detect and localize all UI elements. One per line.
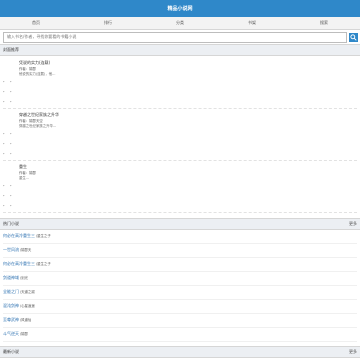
list-item: 斗气逆天/锦瑟 [3,328,357,342]
book-author: /心星逍遥 [20,304,35,309]
list-item: 全能之门/天道之巅 [3,286,357,300]
latest-more-link[interactable]: 更多 [349,349,357,355]
book-link[interactable]: 何必在高冷重生三 [3,233,35,239]
book-link[interactable]: 斗气逆天 [3,331,19,337]
list-item: 何必在高冷重生三/重生之子 [3,258,357,272]
site-title: 精品小说网 [167,5,193,12]
book-link[interactable]: 剑道神域 [3,275,19,281]
book-link[interactable]: 何必在高冷重生三 [3,261,35,267]
latest-header: 最新小说 更多 [0,346,360,358]
latest-title: 最新小说 [3,348,19,354]
list-item: 一世风流/锦瑟天 [3,244,357,258]
app-header: 精品小说网 [0,0,360,17]
book-author: 作者：锦瑟 [19,170,36,175]
list-item: 混沌剑神/心星逍遥 [3,300,357,314]
search-bar: 输入书名/作者，寻找你要看的书籍小说 [0,30,360,44]
recommend-header: 封面推荐 [0,44,360,56]
book-link[interactable]: 混沌剑神 [3,303,19,309]
nav-rank[interactable]: 排行 [72,20,144,26]
book-author: 作者：锦瑟天空 [19,118,43,123]
book-author: /剑光 [20,276,28,281]
list-item: 剑道神域/剑光 [3,272,357,286]
search-button[interactable] [349,32,358,42]
nav-category[interactable]: 分类 [144,20,216,26]
book-author: /锦瑟天 [20,248,32,253]
book-desc: 重生... [19,175,30,180]
book-desc: 他说的实力(连载)，他... [19,71,56,76]
nav-home[interactable]: 首页 [0,20,72,26]
book-link[interactable]: 一世风流 [3,247,19,253]
hot-list: 何必在高冷重生三/重生之子 一世风流/锦瑟天 何必在高冷重生三/重生之子 剑道神… [0,230,360,342]
top-nav: 首页 排行 分类 书架 搜索 [0,17,360,30]
book-author: 作者：锦瑟 [19,66,36,71]
search-icon [350,33,357,41]
list-item: 何必在高冷重生三/重生之子 [3,230,357,244]
hot-header: 热门小说 更多 [0,218,360,230]
book-author: /风道仙 [20,318,32,323]
book-author: /锦瑟 [20,332,28,337]
book-author: /重生之子 [36,262,51,267]
hot-more-link[interactable]: 更多 [349,221,357,227]
book-cover: * * * * * * [3,184,12,208]
nav-bookshelf[interactable]: 书架 [216,20,288,26]
search-input[interactable]: 输入书名/作者，寻找你要看的书籍小说 [3,31,347,43]
book-cover: * * * * * * [3,80,12,104]
list-item: 至尊武神/风道仙 [3,314,357,328]
book-title[interactable]: 凭说的实力(连载) [19,60,55,66]
book-desc: 穿越之世纪家族之升华... [19,123,57,128]
book-title[interactable]: 穿越之世纪家族之升华 [19,112,59,118]
book-link[interactable]: 全能之门 [3,289,19,295]
book-card[interactable]: * * * * * * 重生 作者：锦瑟 重生... [3,161,357,213]
hot-title: 热门小说 [3,220,19,226]
book-title[interactable]: 重生 [19,164,36,170]
book-author: /重生之子 [36,234,51,239]
book-author: /天道之巅 [20,290,35,295]
book-card[interactable]: * * * * * * 凭说的实力(连载) 作者：锦瑟 他说的实力(连载)，他... [3,57,357,109]
book-cover: * * * * * * [3,132,12,156]
recommend-list: * * * * * * 凭说的实力(连载) 作者：锦瑟 他说的实力(连载)，他... … [0,56,360,214]
nav-search[interactable]: 搜索 [288,20,360,26]
book-card[interactable]: * * * * * * 穿越之世纪家族之升华 作者：锦瑟天空 穿越之世纪家族之升华..… [3,109,357,161]
recommend-title: 封面推荐 [3,46,19,52]
book-link[interactable]: 至尊武神 [3,317,19,323]
